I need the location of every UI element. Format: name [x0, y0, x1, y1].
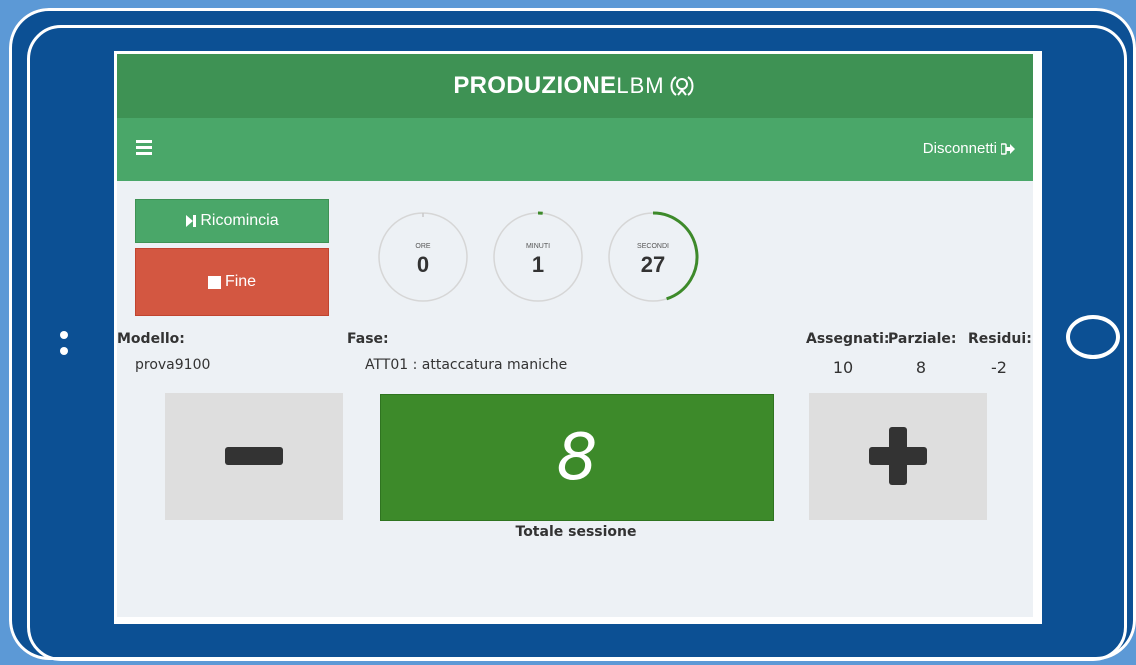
app-header: PRODUZIONE LBM [117, 54, 1033, 118]
remaining-value: -2 [991, 358, 1007, 377]
logout-link[interactable]: Disconnetti [923, 140, 1015, 157]
restart-label: Ricomincia [200, 212, 279, 229]
timer-seconds-label: SECONDI [637, 243, 669, 250]
end-label: Fine [224, 273, 257, 290]
partial-label: Parziale: [888, 331, 957, 347]
timer-seconds: SECONDI 27 [605, 209, 701, 305]
home-button[interactable] [1066, 315, 1120, 359]
phase-label: Fase: [347, 331, 389, 347]
brand-suffix: LBM [616, 73, 665, 98]
minus-icon [225, 447, 283, 465]
model-value: prova9100 [135, 357, 211, 373]
stop-icon [207, 275, 221, 289]
main-content: Ricomincia Fine ORE 0 MINUTI 1 SECONDI 2… [117, 181, 1033, 617]
timer-minutes: MINUTI 1 [490, 209, 586, 305]
timer-seconds-value: 27 [640, 252, 666, 277]
step-forward-icon [186, 215, 197, 227]
sign-out-icon [1001, 142, 1015, 155]
assigned-label: Assegnati: [806, 331, 890, 347]
partial-value: 8 [915, 358, 927, 377]
logout-label: Disconnetti [922, 140, 997, 157]
restart-button[interactable]: Ricomincia [135, 199, 329, 243]
navbar: Disconnetti [117, 118, 1033, 181]
timer-hours-value: 0 [416, 252, 430, 277]
session-counter-value: 8 [556, 420, 598, 495]
laurel-logo-icon [670, 76, 694, 96]
decrement-button[interactable] [165, 393, 343, 520]
hamburger-menu-icon[interactable] [136, 140, 152, 155]
model-label: Modello: [117, 331, 185, 347]
brand-name: PRODUZIONE [453, 72, 617, 99]
camera-icon [60, 331, 68, 357]
timer-minutes-value: 1 [531, 252, 545, 277]
timer-hours-label: ORE [415, 243, 431, 250]
increment-button[interactable] [809, 393, 987, 520]
assigned-value: 10 [832, 358, 854, 377]
remaining-label: Residui: [968, 331, 1032, 347]
session-total-label: Totale sessione [515, 524, 637, 540]
timer-minutes-label: MINUTI [525, 243, 551, 250]
session-counter: 8 [380, 394, 774, 521]
app-screen: PRODUZIONE LBM Disconnetti Ricomincia Fi… [114, 51, 1042, 624]
end-button[interactable]: Fine [135, 248, 329, 316]
timer-hours: ORE 0 [375, 209, 471, 305]
phase-value: ATT01 : attaccatura maniche [365, 357, 568, 373]
